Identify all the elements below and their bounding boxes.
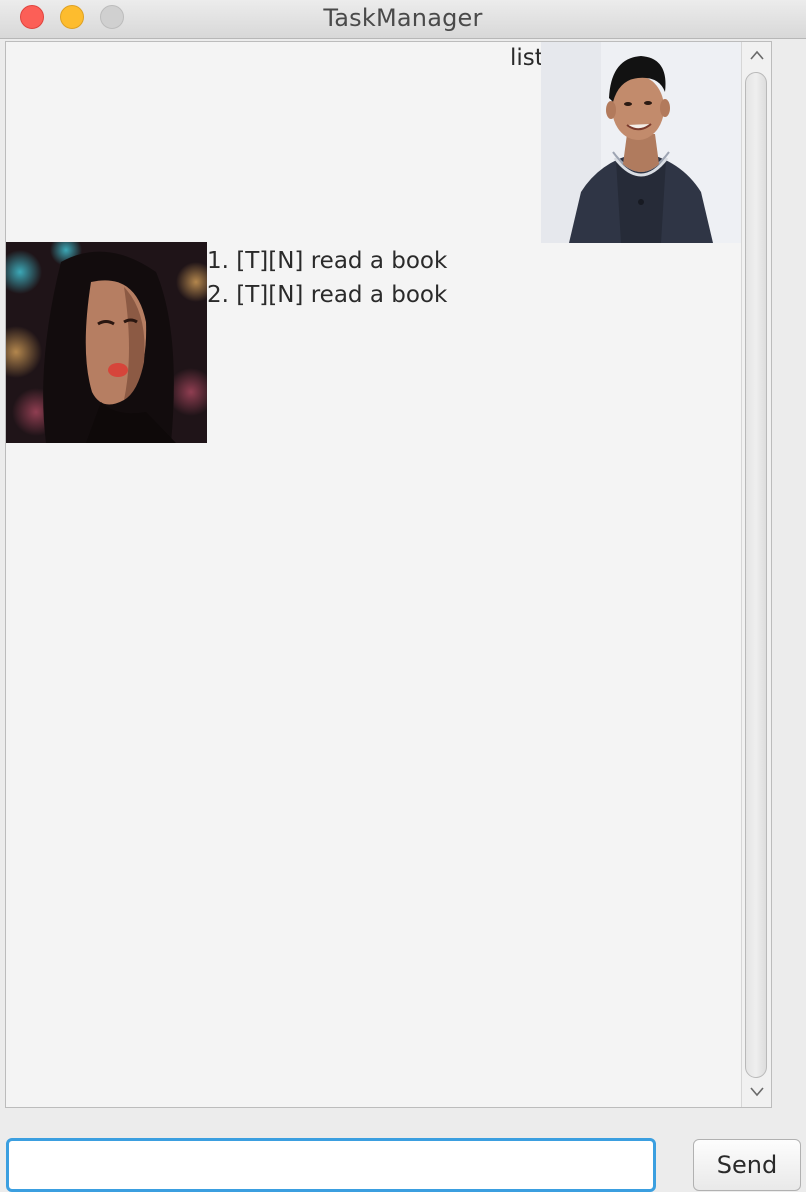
scrollbar-thumb[interactable] [745,72,767,1078]
user-avatar-image [541,42,742,243]
task-list-item: 1. [T][N] read a book [207,248,448,274]
dialog-scroll-pane[interactable]: list 1. [T][N] read a book 2. [T][N] rea… [5,41,772,1108]
bot-response: 1. [T][N] read a book 2. [T][N] read a b… [207,244,447,312]
window-title: TaskManager [323,4,483,32]
chevron-down-icon[interactable] [742,1079,771,1107]
background-edge [773,41,806,1108]
user-avatar [541,42,742,243]
app-window: TaskManager list 1. [T][N] read a book 2… [0,0,806,1192]
bot-avatar [6,242,207,443]
chevron-up-icon[interactable] [742,42,771,70]
input-row: Send [0,1108,806,1192]
bot-avatar-image [6,242,207,443]
send-button[interactable]: Send [693,1139,801,1191]
task-list-item: 2. [T][N] read a book [207,282,448,308]
vertical-scrollbar[interactable] [741,42,771,1107]
user-input-field[interactable] [6,1138,656,1192]
user-message-text: list [510,45,544,71]
title-bar: TaskManager [0,0,806,39]
